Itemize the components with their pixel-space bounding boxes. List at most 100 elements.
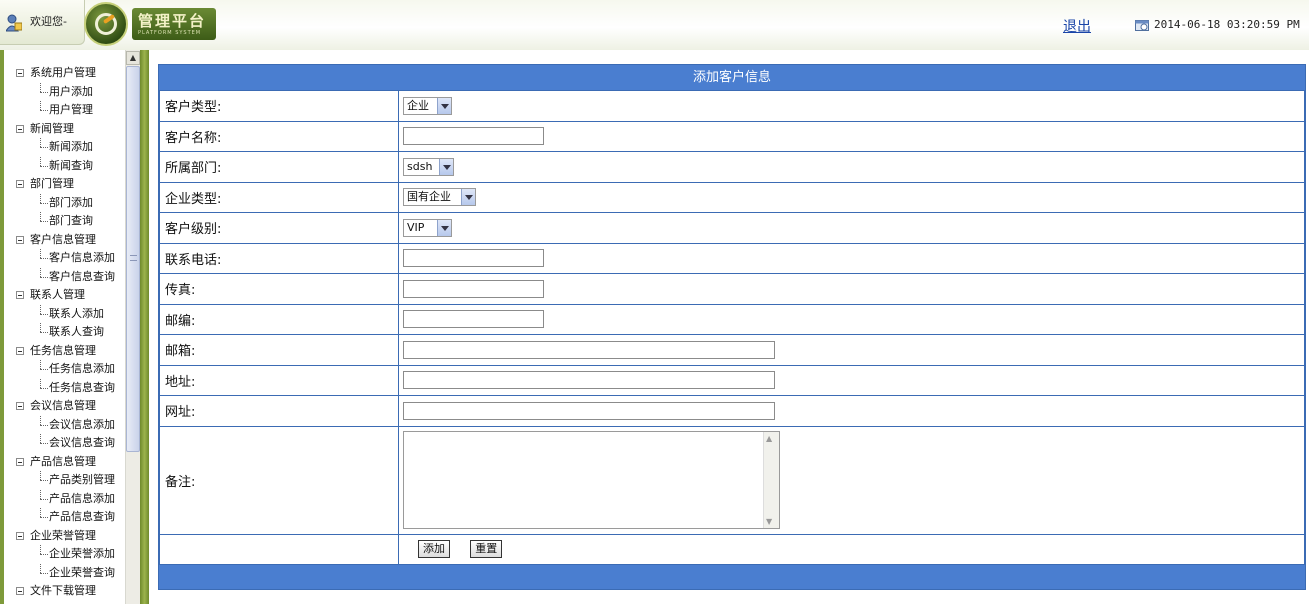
sidebar-group: 会议信息管理会议信息添加 会议信息查询 (16, 397, 115, 453)
sidebar-item[interactable]: 用户管理 (16, 101, 115, 120)
sidebar-item[interactable]: 联系人查询 (16, 323, 115, 342)
customer-level-select[interactable]: VIP (403, 218, 452, 237)
sidebar-item[interactable]: 部门添加 (16, 193, 115, 213)
datetime-display: 2014-06-18 03:20:59 PM (1154, 18, 1300, 31)
website-input[interactable] (403, 401, 775, 420)
sidebar-group-header[interactable]: 产品信息管理 (16, 453, 115, 472)
collapse-toggle-icon[interactable] (16, 587, 24, 595)
collapse-toggle-icon[interactable] (16, 69, 24, 77)
customer-name-input[interactable] (403, 127, 544, 146)
dropdown-arrow-icon[interactable] (439, 158, 453, 175)
sidebar-group-label: 产品信息管理 (30, 454, 96, 468)
sidebar-item[interactable]: 新闻添加 (16, 138, 115, 157)
sidebar-group-header[interactable]: 任务信息管理 (16, 342, 115, 361)
dropdown-arrow-icon[interactable] (437, 97, 451, 114)
collapse-toggle-icon[interactable] (16, 346, 24, 355)
sidebar-group: 客户信息管理客户信息添加 客户信息查询 (16, 231, 115, 287)
phone-label: 联系电话: (160, 243, 398, 273)
sidebar-group-label: 新闻管理 (30, 121, 74, 135)
sidebar-item[interactable]: 会议信息查询 (16, 434, 115, 453)
sidebar-group: 产品信息管理产品类别管理 产品信息添加 产品信息查询 (16, 453, 115, 527)
customer-type-select[interactable]: 企业 (403, 96, 452, 115)
dropdown-arrow-icon[interactable] (461, 189, 475, 206)
welcome-tab: 欢迎您- (0, 0, 85, 45)
collapse-toggle-icon[interactable] (16, 180, 24, 188)
phone-input[interactable] (403, 249, 544, 268)
sidebar-item[interactable]: 部门查询 (16, 212, 115, 231)
brand-title: 管理平台 (138, 12, 207, 30)
scroll-down-icon[interactable]: ▼ (766, 517, 772, 526)
sidebar-group-header[interactable]: 会议信息管理 (16, 397, 115, 416)
sidebar-item[interactable]: 企业荣誉添加 (16, 545, 115, 564)
website-label: 网址: (160, 396, 398, 426)
sidebar-item[interactable]: 新闻查询 (16, 156, 115, 176)
form-footer-bar (159, 564, 1305, 589)
scroll-up-icon[interactable]: ▲ (766, 434, 772, 443)
sidebar-group: 企业荣誉管理企业荣誉添加 企业荣誉查询 (16, 527, 115, 583)
sidebar-item[interactable]: 用户添加 (16, 82, 115, 102)
sidebar-group: 任务信息管理 任务信息添加 任务信息查询 (16, 342, 115, 398)
logo-icon (84, 2, 128, 46)
textarea-scrollbar[interactable]: ▲ ▼ (763, 432, 779, 528)
sidebar-item[interactable]: 客户信息添加 (16, 249, 115, 268)
sidebar-group-header[interactable]: 新闻管理 (16, 120, 115, 139)
collapse-toggle-icon[interactable] (16, 235, 24, 244)
calendar-icon (1135, 20, 1149, 31)
sidebar-group-header[interactable]: 联系人管理 (16, 286, 115, 305)
sidebar-group: 部门管理部门添加 部门查询 (16, 175, 115, 231)
sidebar-group-header[interactable]: 企业荣誉管理 (16, 527, 115, 546)
sidebar-item[interactable]: 产品信息添加 (16, 489, 115, 509)
remarks-textarea[interactable] (404, 432, 765, 528)
collapse-toggle-icon[interactable] (16, 531, 24, 540)
sidebar-group: 文件下载管理 (16, 582, 115, 601)
scrollbar-thumb[interactable] (126, 66, 140, 452)
reset-button[interactable]: 重置 (470, 540, 503, 558)
sidebar-divider[interactable] (140, 50, 149, 604)
sidebar-item[interactable]: 客户信息查询 (16, 267, 115, 287)
sidebar-group-label: 企业荣誉管理 (30, 528, 96, 542)
customer-name-label: 客户名称: (160, 121, 398, 151)
department-label: 所属部门: (160, 152, 398, 182)
sidebar-group-label: 客户信息管理 (30, 232, 96, 246)
enterprise-type-label: 企业类型: (160, 182, 398, 212)
collapse-toggle-icon[interactable] (16, 457, 24, 466)
sidebar-group-label: 部门管理 (30, 177, 74, 190)
email-input[interactable] (403, 340, 775, 359)
customer-form-table: 客户类型: 企业 客户名称: 所属部门: sdsh 企业类型: 国有企业 客户级… (159, 90, 1305, 565)
sidebar-group-header[interactable]: 文件下载管理 (16, 582, 115, 601)
remarks-textarea-box: ▲ ▼ (403, 431, 780, 529)
customer-type-label: 客户类型: (160, 91, 398, 121)
collapse-toggle-icon[interactable] (16, 124, 24, 133)
sidebar-group-header[interactable]: 客户信息管理 (16, 231, 115, 250)
add-button[interactable]: 添加 (418, 540, 450, 558)
fax-input[interactable] (403, 279, 544, 298)
address-input[interactable] (403, 371, 775, 390)
sidebar-item[interactable]: 产品类别管理 (16, 471, 115, 490)
logout-link[interactable]: 退出 (1063, 16, 1091, 36)
sidebar-item[interactable]: 任务信息添加 (16, 360, 115, 379)
sidebar-group-label: 联系人管理 (30, 288, 85, 301)
sidebar-group: 系统用户管理 用户添加 用户管理 (16, 64, 115, 120)
sidebar-item[interactable]: 会议信息添加 (16, 415, 115, 435)
sidebar-item[interactable]: 联系人添加 (16, 304, 115, 324)
sidebar-scrollbar[interactable]: ▲ (125, 50, 140, 604)
collapse-toggle-icon[interactable] (16, 291, 24, 299)
sidebar-item[interactable]: 产品信息查询 (16, 508, 115, 527)
sidebar-tree: 系统用户管理 用户添加 用户管理 新闻管理 新闻添加 新闻查询 部门管理 部门添加 部门查询 客户… (16, 64, 115, 601)
sidebar-group-header[interactable]: 系统用户管理 (16, 64, 115, 83)
enterprise-type-select[interactable]: 国有企业 (403, 188, 476, 207)
department-select[interactable]: sdsh (403, 157, 454, 176)
scroll-up-arrow-icon[interactable]: ▲ (126, 51, 140, 65)
postcode-input[interactable] (403, 310, 544, 329)
customer-level-label: 客户级别: (160, 213, 398, 243)
sidebar: 系统用户管理 用户添加 用户管理 新闻管理 新闻添加 新闻查询 部门管理 部门添加 部门查询 客户… (4, 50, 125, 604)
sidebar-item[interactable]: 任务信息查询 (16, 378, 115, 398)
collapse-toggle-icon[interactable] (16, 402, 24, 410)
sidebar-item[interactable]: 企业荣誉查询 (16, 563, 115, 583)
sidebar-group-header[interactable]: 部门管理 (16, 175, 115, 194)
email-label: 邮箱: (160, 335, 398, 365)
sidebar-group-label: 文件下载管理 (30, 584, 96, 597)
sidebar-group-label: 会议信息管理 (30, 399, 96, 412)
sidebar-group: 联系人管理联系人添加 联系人查询 (16, 286, 115, 342)
dropdown-arrow-icon[interactable] (437, 219, 451, 236)
